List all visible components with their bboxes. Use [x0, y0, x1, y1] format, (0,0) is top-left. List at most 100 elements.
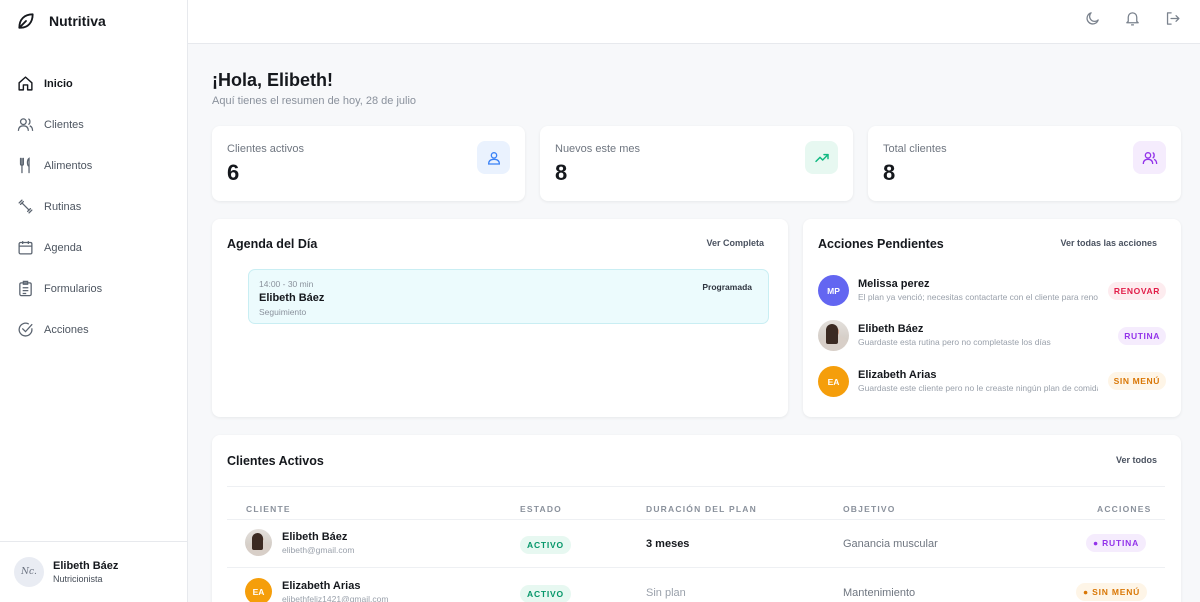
sidebar-item-alimentos[interactable]: Alimentos [0, 145, 187, 186]
divider [227, 486, 1165, 487]
pending-actions-card: Acciones Pendientes Ver todas las accion… [803, 219, 1181, 417]
topbar [188, 0, 1200, 44]
pending-name: Elizabeth Arias [858, 369, 937, 381]
column-header: ESTADO [520, 504, 562, 514]
sidebar-item-acciones[interactable]: Acciones [0, 309, 187, 350]
sidebar-item-label: Alimentos [44, 159, 93, 172]
stat-label: Total clientes [883, 143, 947, 155]
sidebar: Nutritiva Inicio Clientes Alimentos Ruti… [0, 0, 188, 602]
divider [227, 567, 1165, 568]
client-name: Elibeth Báez [282, 531, 348, 543]
agenda-event[interactable]: 14:00 - 30 min Elibeth Báez Seguimiento … [248, 269, 769, 324]
app-name: Nutritiva [49, 13, 106, 29]
dumbbell-icon [17, 198, 34, 215]
stat-card-total-clients: Total clientes 8 [868, 126, 1181, 201]
client-cell: Elibeth Báez elibeth@gmail.com [245, 529, 445, 563]
event-client: Elibeth Báez [259, 292, 325, 304]
column-header: OBJETIVO [843, 504, 896, 514]
avatar-photo [252, 533, 263, 550]
clients-title: Clientes Activos [227, 454, 324, 468]
logout-icon[interactable] [1163, 9, 1181, 27]
avatar [245, 529, 272, 556]
calendar-icon [17, 239, 34, 256]
avatar: EA [245, 578, 272, 602]
avatar [818, 320, 849, 351]
column-header: ACCIONES [1097, 504, 1152, 514]
column-header: CLIENTE [246, 504, 291, 514]
renew-tag[interactable]: RENOVAR [1107, 282, 1166, 300]
client-email: elibethfeliz1421@gmail.com [282, 594, 389, 602]
user-profile[interactable]: Nc. Elibeth Báez Nutricionista [0, 541, 187, 602]
divider [227, 519, 1165, 520]
leaf-logo-icon [18, 13, 34, 29]
stat-card-new-month: Nuevos este mes 8 [540, 126, 853, 201]
moon-icon[interactable] [1083, 9, 1101, 27]
pending-title: Acciones Pendientes [818, 237, 944, 251]
plan-duration: Sin plan [646, 587, 686, 599]
sidebar-nav: Inicio Clientes Alimentos Rutinas Agenda… [0, 63, 187, 350]
home-icon [17, 75, 34, 92]
pending-name: Melissa perez [858, 278, 930, 290]
user-role: Nutricionista [53, 574, 103, 584]
clients-view-all-link[interactable]: Ver todos [1116, 455, 1157, 465]
pending-view-all-link[interactable]: Ver todas las acciones [1060, 238, 1157, 248]
pending-desc: Guardaste esta rutina pero no completast… [858, 337, 1051, 347]
stat-label: Nuevos este mes [555, 143, 640, 155]
stat-value: 8 [555, 160, 568, 185]
action-label: RUTINA [1102, 538, 1140, 548]
pending-item[interactable]: Elibeth Báez Guardaste esta rutina pero … [818, 320, 1168, 354]
client-cell: EA Elizabeth Arias elibethfeliz1421@gmai… [245, 578, 445, 602]
sidebar-item-label: Inicio [44, 77, 73, 90]
brand[interactable]: Nutritiva [0, 0, 187, 42]
pending-desc: Guardaste este cliente pero no le creast… [858, 383, 1098, 393]
users-icon [1133, 141, 1166, 174]
sidebar-item-label: Clientes [44, 118, 84, 131]
user-icon [477, 141, 510, 174]
status-badge: ACTIVO [520, 536, 571, 554]
avatar: MP [818, 275, 849, 306]
check-circle-icon [17, 321, 34, 338]
agenda-view-all-link[interactable]: Ver Completa [706, 238, 764, 248]
status-badge: ACTIVO [520, 585, 571, 602]
clipboard-icon [17, 280, 34, 297]
avatar: Nc. [14, 557, 44, 587]
column-header: DURACIÓN DEL PLAN [646, 504, 757, 514]
no-menu-action-button[interactable]: ● SIN MENÚ [1076, 583, 1148, 601]
user-name: Elibeth Báez [53, 560, 119, 572]
active-clients-card: Clientes Activos Ver todos CLIENTE ESTAD… [212, 435, 1181, 602]
routine-action-button[interactable]: ● RUTINA [1086, 534, 1147, 552]
agenda-title: Agenda del Día [227, 237, 318, 251]
stat-label: Clientes activos [227, 143, 305, 155]
agenda-card: Agenda del Día Ver Completa 14:00 - 30 m… [212, 219, 788, 417]
avatar-photo [826, 324, 838, 344]
trending-up-icon [805, 141, 838, 174]
routine-tag[interactable]: RUTINA [1118, 327, 1166, 345]
sidebar-item-rutinas[interactable]: Rutinas [0, 186, 187, 227]
stat-card-active-clients: Clientes activos 6 [212, 126, 525, 201]
sidebar-item-label: Rutinas [44, 200, 82, 213]
page-subtitle: Aquí tienes el resumen de hoy, 28 de jul… [212, 95, 417, 107]
pending-name: Elibeth Báez [858, 323, 924, 335]
no-menu-tag[interactable]: SIN MENÚ [1107, 372, 1166, 390]
client-goal: Ganancia muscular [843, 538, 938, 550]
event-time: 14:00 - 30 min [259, 279, 314, 289]
sidebar-item-clientes[interactable]: Clientes [0, 104, 187, 145]
client-email: elibeth@gmail.com [282, 545, 355, 555]
plan-duration: 3 meses [646, 538, 690, 550]
event-status: Programada [702, 282, 752, 292]
sidebar-item-label: Agenda [44, 241, 82, 254]
action-label: SIN MENÚ [1092, 587, 1141, 597]
client-name: Elizabeth Arias [282, 580, 361, 592]
event-type: Seguimiento [259, 307, 307, 317]
avatar: EA [818, 366, 849, 397]
bell-icon[interactable] [1123, 9, 1141, 27]
client-goal: Mantenimiento [843, 587, 916, 599]
sidebar-item-inicio[interactable]: Inicio [0, 63, 187, 104]
page-title: ¡Hola, Elibeth! [212, 70, 333, 90]
sidebar-item-label: Formularios [44, 282, 103, 295]
stat-value: 8 [883, 160, 896, 185]
sidebar-item-agenda[interactable]: Agenda [0, 227, 187, 268]
pending-desc: El plan ya venció; necesitas contactarte… [858, 292, 1098, 302]
sidebar-item-label: Acciones [44, 323, 89, 336]
sidebar-item-formularios[interactable]: Formularios [0, 268, 187, 309]
